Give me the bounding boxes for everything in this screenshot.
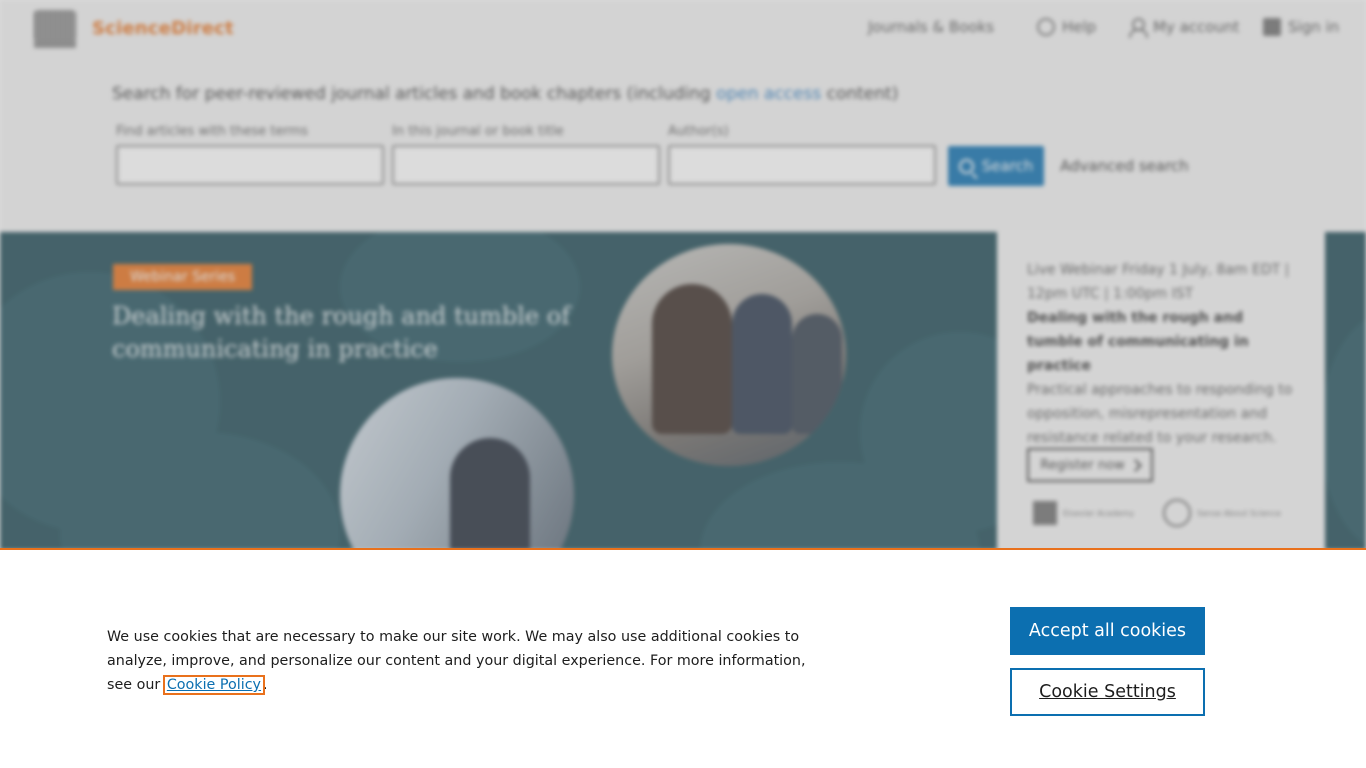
cookie-settings-button[interactable]: Cookie Settings [1010, 668, 1205, 716]
cookie-consent-banner: We use cookies that are necessary to mak… [0, 548, 1366, 768]
accept-all-cookies-button[interactable]: Accept all cookies [1010, 607, 1205, 655]
modal-dim-overlay [0, 0, 1366, 548]
cookie-policy-link[interactable]: Cookie Policy [162, 675, 266, 695]
cookie-notice-text: We use cookies that are necessary to mak… [107, 625, 827, 697]
cookie-notice-end: . [263, 677, 268, 693]
